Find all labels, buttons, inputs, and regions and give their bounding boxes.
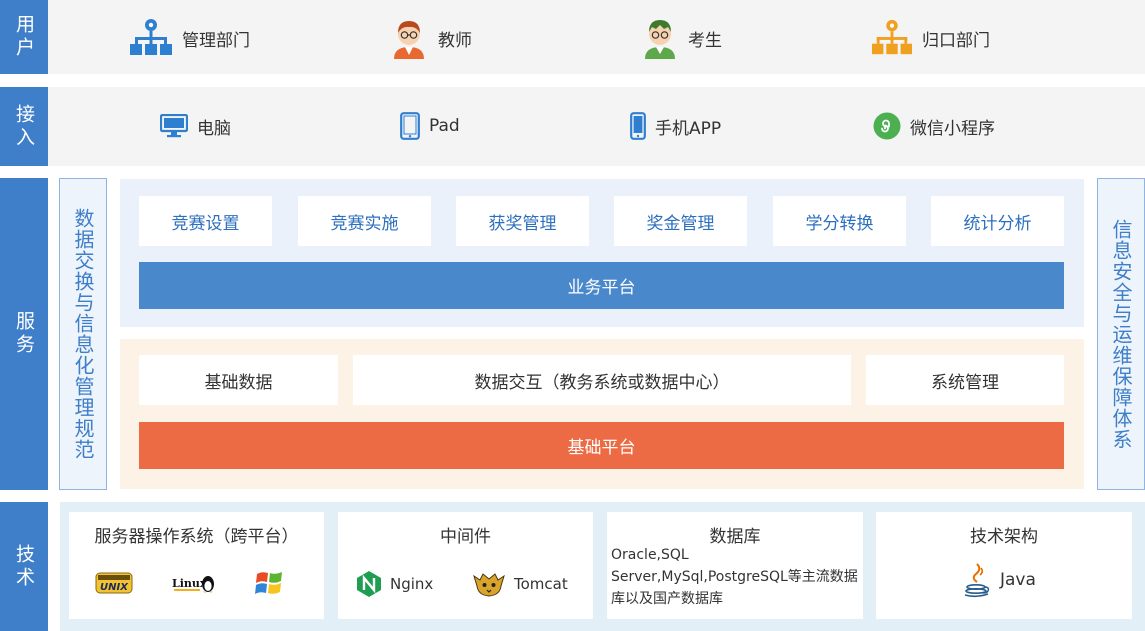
row-label-tech: 技术 [0, 502, 48, 631]
row-label-user: 用户 [0, 0, 48, 74]
java-logo-icon [964, 563, 990, 598]
tomcat-label: Tomcat [514, 575, 568, 593]
teacher-avatar-icon [394, 21, 424, 59]
module-system-management: 系统管理 [866, 355, 1064, 405]
data-exchange-standard: 数据交换与信息化管理规范 [59, 178, 107, 490]
security-ops-system: 信息安全与运维保障体系 [1097, 178, 1145, 490]
tomcat-logo-icon [473, 573, 505, 597]
user-management-dept: 管理部门 [130, 16, 250, 60]
nginx-label: Nginx [390, 575, 434, 593]
access-wechat-mini-program: 微信小程序 [873, 108, 995, 144]
access-label: 手机APP [655, 118, 722, 139]
base-platform-bar: 基础平台 [139, 422, 1064, 469]
nginx-item: Nginx [356, 570, 433, 598]
access-pc: 电脑 [160, 108, 231, 144]
tech-card-os: 服务器操作系统（跨平台） UNIX Linux [69, 512, 324, 619]
nginx-logo-icon [357, 571, 381, 597]
user-label: 教师 [438, 30, 472, 51]
tech-title: 中间件 [440, 527, 491, 547]
access-pad: Pad [400, 108, 460, 144]
windows-logo-icon [254, 570, 284, 596]
student-avatar-icon [645, 20, 675, 59]
user-label: 归口部门 [922, 30, 990, 51]
access-mobile-app: 手机APP [630, 108, 721, 144]
java-label: Java [1000, 570, 1036, 590]
tablet-icon [400, 112, 420, 140]
tech-title: 服务器操作系统（跨平台） [94, 527, 299, 547]
tomcat-item: Tomcat [472, 570, 568, 598]
unix-logo-icon: UNIX [95, 572, 133, 594]
module-contest-execution: 竞赛实施 [298, 196, 431, 246]
user-label: 管理部门 [182, 30, 250, 51]
module-bonus-management: 奖金管理 [614, 196, 747, 246]
mini-program-icon [873, 112, 901, 140]
module-base-data: 基础数据 [139, 355, 338, 405]
tech-card-middleware: 中间件 Nginx Tomcat [338, 512, 593, 619]
user-student: 考生 [642, 16, 722, 60]
module-contest-setup: 竞赛设置 [139, 196, 272, 246]
tech-card-database: 数据库 Oracle,SQL Server,MySql,PostgreSQL等主… [607, 512, 863, 619]
org-chart-icon [872, 19, 912, 55]
database-description: Oracle,SQL Server,MySql,PostgreSQL等主流数据库… [611, 547, 858, 607]
phone-icon [630, 112, 646, 140]
java-item: Java [962, 562, 1036, 598]
user-affiliated-dept: 归口部门 [872, 16, 990, 60]
linux-logo-icon: Linux [172, 570, 216, 594]
row-label-access: 接入 [0, 87, 48, 166]
access-label: 电脑 [197, 118, 231, 139]
module-data-interaction: 数据交互（教务系统或数据中心） [353, 355, 851, 405]
access-label: Pad [429, 116, 460, 136]
user-label: 考生 [688, 30, 722, 51]
module-statistics: 统计分析 [931, 196, 1064, 246]
access-label: 微信小程序 [910, 118, 995, 139]
row-label-service: 服务 [0, 178, 48, 490]
svg-text:UNIX: UNIX [100, 582, 129, 593]
tech-title: 技术架构 [970, 527, 1038, 547]
user-teacher: 教师 [390, 16, 472, 60]
module-credit-conversion: 学分转换 [773, 196, 906, 246]
svg-text:Linux: Linux [172, 577, 207, 590]
module-award-management: 获奖管理 [456, 196, 589, 246]
tech-card-architecture: 技术架构 Java [876, 512, 1132, 619]
org-chart-icon [130, 19, 172, 55]
business-platform-bar: 业务平台 [139, 262, 1064, 309]
monitor-icon [160, 114, 188, 138]
